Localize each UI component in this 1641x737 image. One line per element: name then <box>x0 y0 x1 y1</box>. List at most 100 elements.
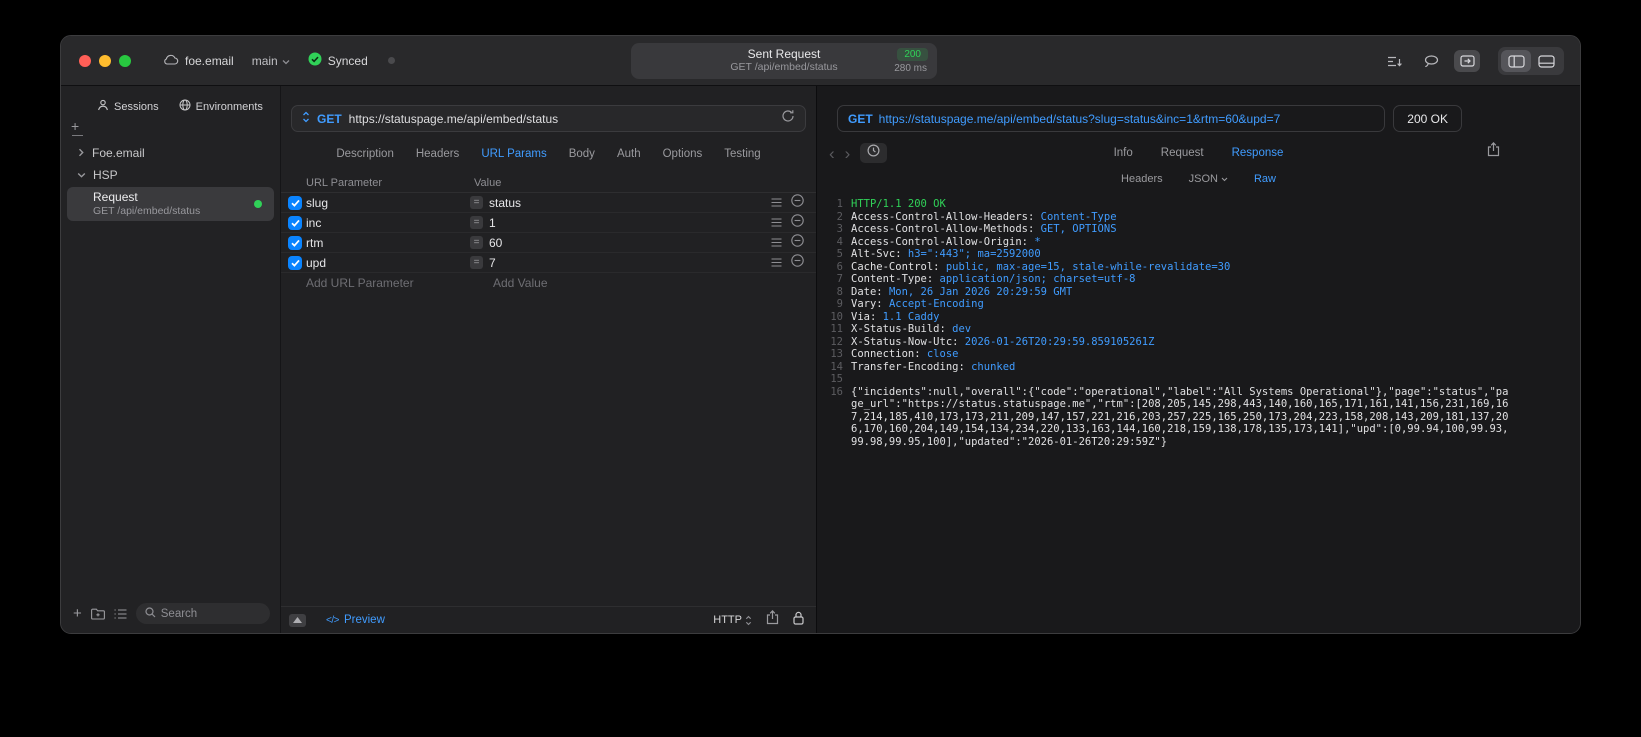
tree-item-label: Foe.email <box>92 146 145 160</box>
request-tab-testing[interactable]: Testing <box>724 148 760 160</box>
response-nav-row: ‹ › Info Request Response <box>817 140 1580 166</box>
response-body[interactable]: 1 HTTP/1.1 200 OK 2 Access-Control-Allow-He… <box>817 198 1580 448</box>
remove-param-icon[interactable] <box>791 213 804 232</box>
status-dot <box>387 57 395 64</box>
request-method[interactable]: GET <box>317 112 342 126</box>
export-response-icon[interactable] <box>1487 142 1500 162</box>
line-number: 13 <box>830 348 843 360</box>
request-tab-body[interactable]: Body <box>569 148 595 160</box>
tab-environments[interactable]: Environments <box>179 99 263 114</box>
add-session-button[interactable]: + <box>71 119 280 133</box>
new-folder-icon[interactable] <box>90 608 105 620</box>
code-line: 10 Via: 1.1 Caddy <box>821 311 1512 324</box>
search-icon <box>145 606 156 621</box>
code-line: 5 Alt-Svc: h3=":443"; ma=2592000 <box>821 248 1512 261</box>
add-param-name-input[interactable]: Add URL Parameter <box>306 276 493 290</box>
request-tab-url-params[interactable]: URL Params <box>481 148 546 160</box>
sidebar-bottom-toolbar: + Search <box>61 603 280 633</box>
param-name-input[interactable]: inc <box>306 216 470 230</box>
request-editor-panel: GET https://statuspage.me/api/embed/stat… <box>281 86 816 633</box>
response-subtab-json[interactable]: JSON <box>1189 173 1228 185</box>
param-value-input[interactable]: 60 <box>489 236 502 250</box>
param-enabled-checkbox[interactable] <box>288 195 302 210</box>
protocol-selector[interactable]: HTTP <box>713 614 752 626</box>
sync-status[interactable]: Synced <box>308 52 368 69</box>
tab-sessions-label: Sessions <box>114 100 159 113</box>
request-success-dot <box>254 200 262 208</box>
param-name-input[interactable]: rtm <box>306 236 470 250</box>
param-value-input[interactable]: 7 <box>489 256 496 270</box>
code-line: 3 Access-Control-Allow-Methods: GET, OPTI… <box>821 223 1512 236</box>
code-line: 9 Vary: Accept-Encoding <box>821 298 1512 311</box>
request-tab-options[interactable]: Options <box>663 148 703 160</box>
response-subtab-headers[interactable]: Headers <box>1121 173 1163 185</box>
request-list-item-selected[interactable]: Request GET /api/embed/status <box>67 187 274 221</box>
drag-handle-icon[interactable] <box>771 234 782 252</box>
minimize-window-button[interactable] <box>99 54 111 67</box>
response-tab-response[interactable]: Response <box>1232 147 1284 159</box>
method-selector-icon[interactable] <box>302 110 310 128</box>
request-summary-widget[interactable]: Sent Request GET /api/embed/status 200 2… <box>631 43 937 79</box>
app-window: foe.email main Synced Sent Request GET /… <box>60 35 1581 634</box>
line-number: 6 <box>836 260 843 273</box>
search-input[interactable]: Search <box>135 603 270 624</box>
search-placeholder: Search <box>160 607 198 620</box>
lock-icon[interactable] <box>793 611 804 630</box>
remove-param-icon[interactable] <box>791 253 804 272</box>
remove-param-icon[interactable] <box>791 233 804 252</box>
request-url-bar[interactable]: GET https://statuspage.me/api/embed/stat… <box>291 105 806 132</box>
param-value-input[interactable]: 1 <box>489 216 496 230</box>
tree-item-hsp[interactable]: HSP <box>67 164 274 186</box>
lasso-icon[interactable] <box>1418 50 1444 72</box>
param-name-input[interactable]: slug <box>306 196 470 210</box>
param-enabled-checkbox[interactable] <box>288 215 302 230</box>
tree-item-foe-email[interactable]: Foe.email <box>67 142 274 164</box>
zoom-window-button[interactable] <box>119 54 131 67</box>
forward-icon[interactable]: › <box>845 145 851 162</box>
branch-selector[interactable]: main <box>252 54 290 68</box>
person-icon <box>97 99 109 114</box>
code-line: 14 Transfer-Encoding: chunked <box>821 361 1512 374</box>
line-number: 14 <box>830 360 843 373</box>
param-enabled-checkbox[interactable] <box>288 255 302 270</box>
param-row: slug = status <box>281 193 816 213</box>
chevron-down-icon <box>282 54 290 68</box>
sort-icon[interactable] <box>1382 50 1408 72</box>
param-value-input[interactable]: status <box>489 196 521 210</box>
close-window-button[interactable] <box>79 54 91 67</box>
request-item-subtitle: GET /api/embed/status <box>93 205 201 217</box>
line-number: 10 <box>830 310 843 323</box>
add-request-button[interactable]: + <box>73 606 82 621</box>
add-param-value-input[interactable]: Add Value <box>493 276 548 290</box>
drag-handle-icon[interactable] <box>771 194 782 212</box>
preview-button[interactable]: </> Preview <box>326 614 385 626</box>
share-icon[interactable] <box>766 610 779 630</box>
request-url-input[interactable]: https://statuspage.me/api/embed/status <box>349 112 774 126</box>
response-tab-info[interactable]: Info <box>1114 147 1133 159</box>
toggle-bottom-panel-icon[interactable] <box>1531 50 1561 72</box>
response-tab-request[interactable]: Request <box>1161 147 1204 159</box>
remove-param-icon[interactable] <box>791 193 804 212</box>
open-in-window-icon[interactable] <box>1454 50 1480 72</box>
request-tab-headers[interactable]: Headers <box>416 148 459 160</box>
response-subtab-raw[interactable]: Raw <box>1254 173 1276 185</box>
expand-panel-icon[interactable] <box>289 613 306 627</box>
resend-icon[interactable] <box>781 109 795 128</box>
chevron-down-icon <box>77 168 86 182</box>
request-tab-auth[interactable]: Auth <box>617 148 641 160</box>
tab-sessions[interactable]: Sessions <box>97 99 159 114</box>
response-subtabs: Headers JSON Raw <box>817 170 1580 188</box>
param-name-input[interactable]: upd <box>306 256 470 270</box>
request-tab-description[interactable]: Description <box>336 148 394 160</box>
param-enabled-checkbox[interactable] <box>288 235 302 250</box>
project-selector[interactable]: foe.email <box>163 54 234 68</box>
branch-name: main <box>251 53 278 68</box>
sent-request-line[interactable]: GET https://statuspage.me/api/embed/stat… <box>837 105 1386 132</box>
code-line: 1 HTTP/1.1 200 OK <box>821 198 1512 211</box>
toggle-sidebar-icon[interactable] <box>1501 50 1531 72</box>
drag-handle-icon[interactable] <box>771 214 782 232</box>
back-icon[interactable]: ‹ <box>829 145 835 162</box>
history-button[interactable] <box>860 143 888 163</box>
view-options-icon[interactable] <box>114 608 127 619</box>
drag-handle-icon[interactable] <box>771 254 782 272</box>
